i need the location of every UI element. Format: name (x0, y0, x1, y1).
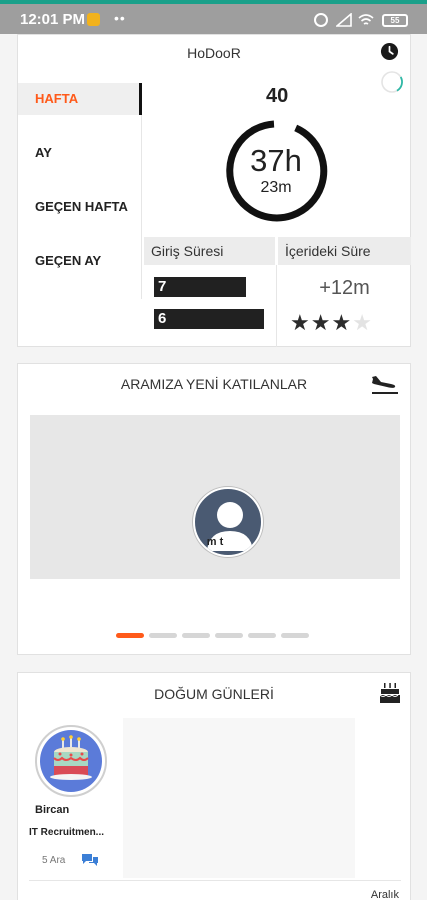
divider (29, 880, 401, 881)
rating-stars: ★★★★ (290, 310, 373, 336)
total-minutes: 23m (260, 179, 292, 196)
page-dot[interactable] (116, 633, 144, 638)
battery-icon: 55 (382, 14, 408, 27)
birthday-person-name: Bircan (35, 804, 70, 816)
period-tabs: HAFTA AY GEÇEN HAFTA GEÇEN AY (18, 83, 142, 299)
column-divider (276, 265, 277, 347)
star-icon: ★ (310, 310, 332, 335)
birthday-avatar[interactable] (35, 725, 107, 797)
member-name: m t (206, 536, 224, 548)
more-notifications-icon: •• (114, 10, 126, 26)
tab-spacer (18, 115, 142, 137)
entry-count: 40 (266, 85, 289, 107)
status-bar: 12:01 PM •• 55 (0, 0, 427, 34)
page-dot[interactable] (281, 633, 309, 638)
login-duration-header: Giriş Süresi (144, 237, 275, 265)
cake-image (50, 735, 92, 780)
login-bar-2: 6 (154, 309, 264, 329)
tab-ay[interactable]: AY (18, 137, 142, 191)
progress-ring-icon (381, 71, 403, 93)
card-title: ARAMIZA YENİ KATILANLAR (120, 376, 308, 392)
birthday-date: 5 Ara (42, 855, 66, 866)
page-dot[interactable] (182, 633, 210, 638)
page-dot[interactable] (149, 633, 177, 638)
cake-icon (379, 683, 400, 703)
signal-icon (336, 13, 352, 27)
total-hours: 37h (250, 143, 302, 178)
login-bar-1: 7 (154, 277, 246, 297)
new-members-card: ARAMIZA YENİ KATILANLAR m t (17, 363, 411, 655)
inside-duration-delta: +12m (319, 277, 370, 299)
tab-hafta[interactable]: HAFTA (18, 83, 142, 115)
inside-duration-header: İçerideki Süre (278, 237, 411, 265)
birthday-list-placeholder (123, 718, 355, 878)
birthday-person-role: IT Recruitmen... (29, 827, 105, 838)
tab-gecen-hafta[interactable]: GEÇEN HAFTA (18, 191, 142, 245)
airplane-landing-icon (372, 376, 398, 394)
page-dot[interactable] (215, 633, 243, 638)
alarm-icon (314, 13, 328, 27)
star-icon: ★ (331, 310, 353, 335)
wifi-icon (358, 14, 374, 25)
card-title: HoDooR (187, 45, 241, 61)
notification-icon (87, 13, 100, 26)
member-carousel[interactable]: m t (30, 415, 400, 579)
status-time: 12:01 PM (20, 11, 86, 28)
star-empty-icon: ★ (352, 310, 373, 335)
star-icon: ★ (290, 310, 311, 335)
card-title: DOĞUM GÜNLERİ (154, 686, 274, 702)
attendance-summary-card: HoDooR HAFTA AY GEÇEN HAFTA GEÇEN AY 40 … (17, 34, 411, 347)
page-dot[interactable] (248, 633, 276, 638)
chat-icon[interactable] (81, 853, 99, 867)
tab-gecen-ay[interactable]: GEÇEN AY (18, 245, 142, 299)
clock-icon[interactable] (380, 42, 399, 61)
month-label: Aralık (370, 889, 399, 900)
birthdays-card: DOĞUM GÜNLERİ Bircan IT Recruitmen... 5 … (17, 672, 411, 900)
